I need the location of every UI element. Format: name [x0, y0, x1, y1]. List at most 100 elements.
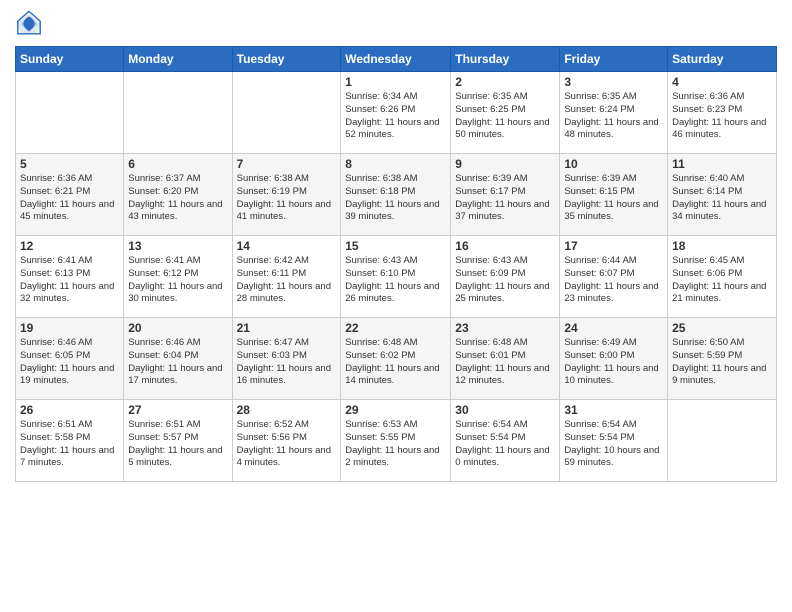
day-info: Sunrise: 6:47 AM Sunset: 6:03 PM Dayligh…: [237, 337, 337, 388]
day-info: Sunrise: 6:48 AM Sunset: 6:02 PM Dayligh…: [345, 337, 446, 388]
calendar-cell: 30 Sunrise: 6:54 AM Sunset: 5:54 PM Dayli…: [451, 400, 560, 482]
day-number: 15: [345, 239, 446, 253]
day-info: Sunrise: 6:38 AM Sunset: 6:19 PM Dayligh…: [237, 173, 337, 224]
calendar-week-row: 26Sunrise: 6:51 AM Sunset: 5:58 PM Dayli…: [16, 400, 777, 482]
calendar-cell: 25 Sunrise: 6:50 AM Sunset: 5:59 PM Dayli…: [668, 318, 777, 400]
calendar-cell: 31 Sunrise: 6:54 AM Sunset: 5:54 PM Dayli…: [560, 400, 668, 482]
day-number: 31: [564, 403, 663, 417]
day-number: 20: [128, 321, 227, 335]
day-info: Sunrise: 6:43 AM Sunset: 6:10 PM Dayligh…: [345, 255, 446, 306]
day-number: 7: [237, 157, 337, 171]
day-info: Sunrise: 6:43 AM Sunset: 6:09 PM Dayligh…: [455, 255, 555, 306]
col-sunday: Sunday: [16, 47, 124, 72]
calendar-cell: 8 Sunrise: 6:38 AM Sunset: 6:18 PM Daylig…: [341, 154, 451, 236]
day-number: 13: [128, 239, 227, 253]
calendar-cell: [124, 72, 232, 154]
col-tuesday: Tuesday: [232, 47, 341, 72]
calendar-cell: 2Sunrise: 6:35 AM Sunset: 6:25 PM Daylig…: [451, 72, 560, 154]
day-number: 25: [672, 321, 772, 335]
page: Sunday Monday Tuesday Wednesday Thursday…: [0, 0, 792, 612]
day-info: Sunrise: 6:50 AM Sunset: 5:59 PM Dayligh…: [672, 337, 772, 388]
day-info: Sunrise: 6:40 AM Sunset: 6:14 PM Dayligh…: [672, 173, 772, 224]
day-number: 10: [564, 157, 663, 171]
day-info: Sunrise: 6:36 AM Sunset: 6:21 PM Dayligh…: [20, 173, 119, 224]
day-number: 17: [564, 239, 663, 253]
calendar-cell: 19Sunrise: 6:46 AM Sunset: 6:05 PM Dayli…: [16, 318, 124, 400]
day-info: Sunrise: 6:42 AM Sunset: 6:11 PM Dayligh…: [237, 255, 337, 306]
calendar-cell: 3Sunrise: 6:35 AM Sunset: 6:24 PM Daylig…: [560, 72, 668, 154]
calendar-week-row: 1 Sunrise: 6:34 AM Sunset: 6:26 PM Daylig…: [16, 72, 777, 154]
calendar-cell: 15 Sunrise: 6:43 AM Sunset: 6:10 PM Dayli…: [341, 236, 451, 318]
col-friday: Friday: [560, 47, 668, 72]
calendar-cell: 29 Sunrise: 6:53 AM Sunset: 5:55 PM Dayli…: [341, 400, 451, 482]
calendar-cell: 10 Sunrise: 6:39 AM Sunset: 6:15 PM Dayli…: [560, 154, 668, 236]
calendar-cell: 22 Sunrise: 6:48 AM Sunset: 6:02 PM Dayli…: [341, 318, 451, 400]
logo: [15, 10, 47, 38]
calendar-week-row: 5 Sunrise: 6:36 AM Sunset: 6:21 PM Daylig…: [16, 154, 777, 236]
calendar-cell: [668, 400, 777, 482]
calendar-cell: 26Sunrise: 6:51 AM Sunset: 5:58 PM Dayli…: [16, 400, 124, 482]
day-info: Sunrise: 6:53 AM Sunset: 5:55 PM Dayligh…: [345, 419, 446, 470]
logo-icon: [15, 10, 43, 38]
calendar-cell: 5 Sunrise: 6:36 AM Sunset: 6:21 PM Daylig…: [16, 154, 124, 236]
day-number: 16: [455, 239, 555, 253]
day-info: Sunrise: 6:36 AM Sunset: 6:23 PM Dayligh…: [672, 91, 772, 142]
day-info: Sunrise: 6:39 AM Sunset: 6:17 PM Dayligh…: [455, 173, 555, 224]
day-info: Sunrise: 6:34 AM Sunset: 6:26 PM Dayligh…: [345, 91, 446, 142]
day-info: Sunrise: 6:41 AM Sunset: 6:12 PM Dayligh…: [128, 255, 227, 306]
calendar-cell: 12Sunrise: 6:41 AM Sunset: 6:13 PM Dayli…: [16, 236, 124, 318]
col-thursday: Thursday: [451, 47, 560, 72]
day-number: 9: [455, 157, 555, 171]
calendar-cell: 9 Sunrise: 6:39 AM Sunset: 6:17 PM Daylig…: [451, 154, 560, 236]
day-number: 27: [128, 403, 227, 417]
calendar-cell: 24 Sunrise: 6:49 AM Sunset: 6:00 PM Dayli…: [560, 318, 668, 400]
day-info: Sunrise: 6:45 AM Sunset: 6:06 PM Dayligh…: [672, 255, 772, 306]
calendar-cell: 17 Sunrise: 6:44 AM Sunset: 6:07 PM Dayli…: [560, 236, 668, 318]
day-number: 29: [345, 403, 446, 417]
day-number: 24: [564, 321, 663, 335]
day-info: Sunrise: 6:38 AM Sunset: 6:18 PM Dayligh…: [345, 173, 446, 224]
day-info: Sunrise: 6:46 AM Sunset: 6:05 PM Dayligh…: [20, 337, 119, 388]
day-number: 5: [20, 157, 119, 171]
day-number: 30: [455, 403, 555, 417]
day-number: 22: [345, 321, 446, 335]
day-number: 3: [564, 75, 663, 89]
calendar-cell: 14 Sunrise: 6:42 AM Sunset: 6:11 PM Dayli…: [232, 236, 341, 318]
calendar-cell: 28 Sunrise: 6:52 AM Sunset: 5:56 PM Dayli…: [232, 400, 341, 482]
day-number: 12: [20, 239, 119, 253]
calendar-cell: 11Sunrise: 6:40 AM Sunset: 6:14 PM Dayli…: [668, 154, 777, 236]
calendar-week-row: 19Sunrise: 6:46 AM Sunset: 6:05 PM Dayli…: [16, 318, 777, 400]
col-monday: Monday: [124, 47, 232, 72]
calendar-cell: 7 Sunrise: 6:38 AM Sunset: 6:19 PM Daylig…: [232, 154, 341, 236]
day-number: 14: [237, 239, 337, 253]
calendar: Sunday Monday Tuesday Wednesday Thursday…: [15, 46, 777, 482]
calendar-cell: 13 Sunrise: 6:41 AM Sunset: 6:12 PM Dayli…: [124, 236, 232, 318]
calendar-cell: 18 Sunrise: 6:45 AM Sunset: 6:06 PM Dayli…: [668, 236, 777, 318]
calendar-cell: 4Sunrise: 6:36 AM Sunset: 6:23 PM Daylig…: [668, 72, 777, 154]
day-info: Sunrise: 6:54 AM Sunset: 5:54 PM Dayligh…: [455, 419, 555, 470]
calendar-cell: [16, 72, 124, 154]
day-number: 18: [672, 239, 772, 253]
day-info: Sunrise: 6:44 AM Sunset: 6:07 PM Dayligh…: [564, 255, 663, 306]
calendar-cell: 23Sunrise: 6:48 AM Sunset: 6:01 PM Dayli…: [451, 318, 560, 400]
day-info: Sunrise: 6:52 AM Sunset: 5:56 PM Dayligh…: [237, 419, 337, 470]
col-saturday: Saturday: [668, 47, 777, 72]
col-wednesday: Wednesday: [341, 47, 451, 72]
day-info: Sunrise: 6:49 AM Sunset: 6:00 PM Dayligh…: [564, 337, 663, 388]
day-info: Sunrise: 6:39 AM Sunset: 6:15 PM Dayligh…: [564, 173, 663, 224]
calendar-cell: 1 Sunrise: 6:34 AM Sunset: 6:26 PM Daylig…: [341, 72, 451, 154]
day-number: 28: [237, 403, 337, 417]
calendar-week-row: 12Sunrise: 6:41 AM Sunset: 6:13 PM Dayli…: [16, 236, 777, 318]
calendar-cell: 21Sunrise: 6:47 AM Sunset: 6:03 PM Dayli…: [232, 318, 341, 400]
day-info: Sunrise: 6:35 AM Sunset: 6:25 PM Dayligh…: [455, 91, 555, 142]
calendar-cell: 6Sunrise: 6:37 AM Sunset: 6:20 PM Daylig…: [124, 154, 232, 236]
day-number: 8: [345, 157, 446, 171]
day-number: 26: [20, 403, 119, 417]
calendar-cell: 27Sunrise: 6:51 AM Sunset: 5:57 PM Dayli…: [124, 400, 232, 482]
calendar-cell: 16 Sunrise: 6:43 AM Sunset: 6:09 PM Dayli…: [451, 236, 560, 318]
day-info: Sunrise: 6:54 AM Sunset: 5:54 PM Dayligh…: [564, 419, 663, 470]
calendar-cell: [232, 72, 341, 154]
day-number: 6: [128, 157, 227, 171]
day-info: Sunrise: 6:46 AM Sunset: 6:04 PM Dayligh…: [128, 337, 227, 388]
day-number: 1: [345, 75, 446, 89]
